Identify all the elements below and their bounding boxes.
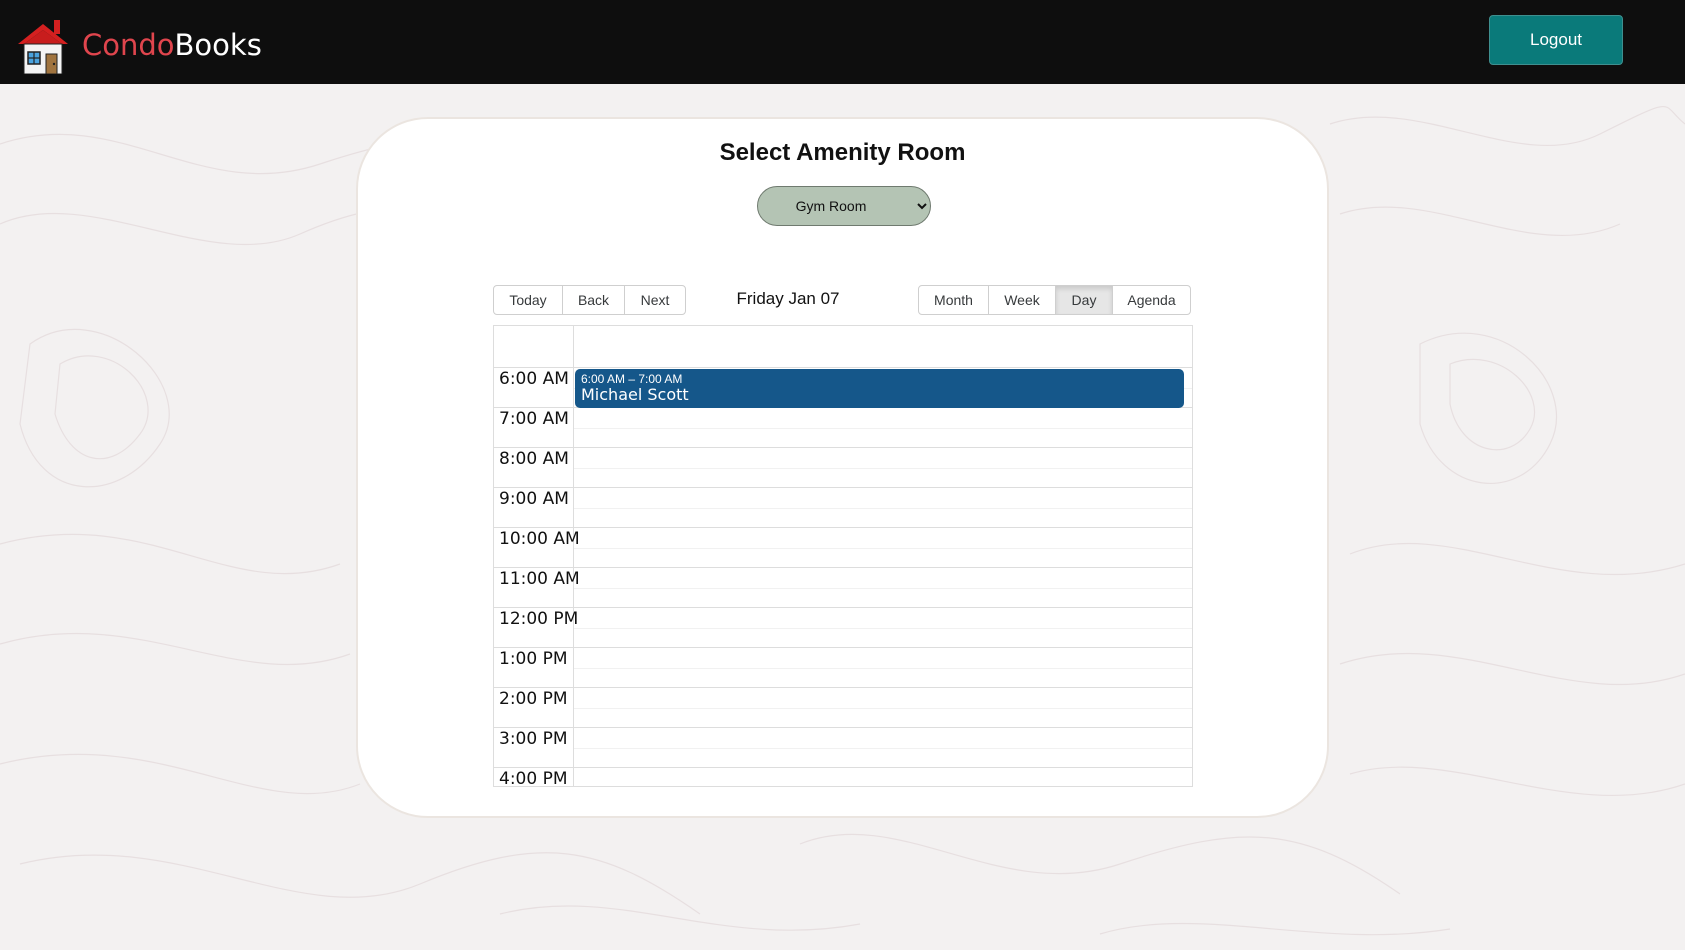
time-slot-label: 10:00 AM: [499, 529, 580, 549]
calendar-toolbar: Today Back Next Friday Jan 07 Month Week…: [493, 285, 1193, 315]
time-slot[interactable]: 1:00 PM: [494, 648, 1192, 688]
time-slot[interactable]: 7:00 AM: [494, 408, 1192, 448]
view-month-button[interactable]: Month: [918, 285, 989, 315]
view-week-button[interactable]: Week: [988, 285, 1056, 315]
back-button[interactable]: Back: [562, 285, 625, 315]
time-slot[interactable]: 6:00 AM 6:00 AM – 7:00 AM Michael Scott: [494, 368, 1192, 408]
top-navbar: CondoBooks Logout: [0, 0, 1685, 84]
time-slot-label: 9:00 AM: [499, 489, 569, 509]
page-title: Select Amenity Room: [719, 139, 966, 166]
time-slot-label: 1:00 PM: [499, 649, 568, 669]
logout-button[interactable]: Logout: [1489, 15, 1623, 65]
time-slot[interactable]: 4:00 PM: [494, 768, 1192, 787]
time-grid: 6:00 AM 6:00 AM – 7:00 AM Michael Scott …: [494, 368, 1192, 787]
all-day-gutter: [494, 326, 574, 368]
house-icon[interactable]: [18, 20, 68, 74]
event-title: Michael Scott: [581, 385, 689, 404]
calendar-nav-group: Today Back Next: [493, 285, 686, 315]
time-slot[interactable]: 9:00 AM: [494, 488, 1192, 528]
time-slot[interactable]: 12:00 PM: [494, 608, 1192, 648]
time-slot[interactable]: 11:00 AM: [494, 568, 1192, 608]
time-slot-label: 12:00 PM: [499, 609, 579, 629]
amenity-booking-card: Select Amenity Room Gym Room Today Back …: [356, 117, 1329, 818]
brand-name-part2: Books: [174, 28, 262, 62]
event-time: 6:00 AM – 7:00 AM: [581, 372, 683, 386]
time-slot-label: 6:00 AM: [499, 369, 569, 389]
time-slot-label: 7:00 AM: [499, 409, 569, 429]
calendar-date-label: Friday Jan 07: [736, 289, 840, 308]
time-slot-label: 11:00 AM: [499, 569, 580, 589]
booking-event[interactable]: 6:00 AM – 7:00 AM Michael Scott: [575, 369, 1184, 408]
view-day-button[interactable]: Day: [1055, 285, 1113, 315]
time-slot[interactable]: 3:00 PM: [494, 728, 1192, 768]
time-slot[interactable]: 2:00 PM: [494, 688, 1192, 728]
view-agenda-button[interactable]: Agenda: [1112, 285, 1191, 315]
today-button[interactable]: Today: [493, 285, 563, 315]
time-slot-label: 2:00 PM: [499, 689, 568, 709]
time-slot[interactable]: 8:00 AM: [494, 448, 1192, 488]
time-slot[interactable]: 10:00 AM: [494, 528, 1192, 568]
calendar-view-group: Month Week Day Agenda: [918, 285, 1191, 315]
brand-name-part1: Condo: [82, 28, 175, 62]
time-slot-label: 4:00 PM: [499, 769, 568, 787]
brand-logo[interactable]: CondoBooks: [82, 27, 262, 63]
all-day-row[interactable]: [494, 326, 1192, 368]
next-button[interactable]: Next: [624, 285, 686, 315]
day-calendar: 6:00 AM 6:00 AM – 7:00 AM Michael Scott …: [493, 325, 1193, 787]
amenity-room-select[interactable]: Gym Room: [757, 186, 931, 226]
time-slot-label: 8:00 AM: [499, 449, 569, 469]
time-slot-label: 3:00 PM: [499, 729, 568, 749]
